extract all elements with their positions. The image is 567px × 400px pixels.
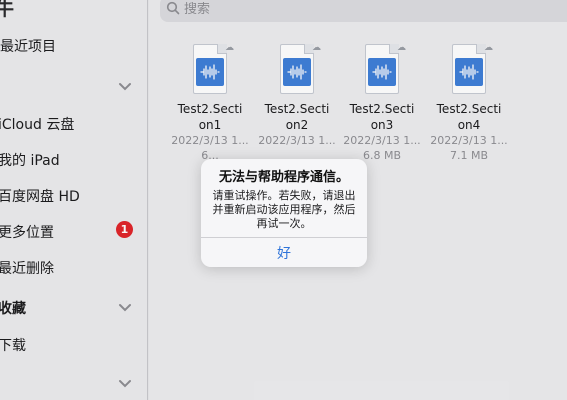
alert-message: 请重试操作。若失败，请退出并重新启动该应用程序，然后再试一次。: [212, 189, 356, 230]
ok-button[interactable]: 好: [201, 238, 367, 267]
error-alert-dialog: 无法与帮助程序通信。 请重试操作。若失败，请退出并重新启动该应用程序，然后再试一…: [201, 159, 367, 267]
alert-title: 无法与帮助程序通信。: [218, 170, 349, 185]
